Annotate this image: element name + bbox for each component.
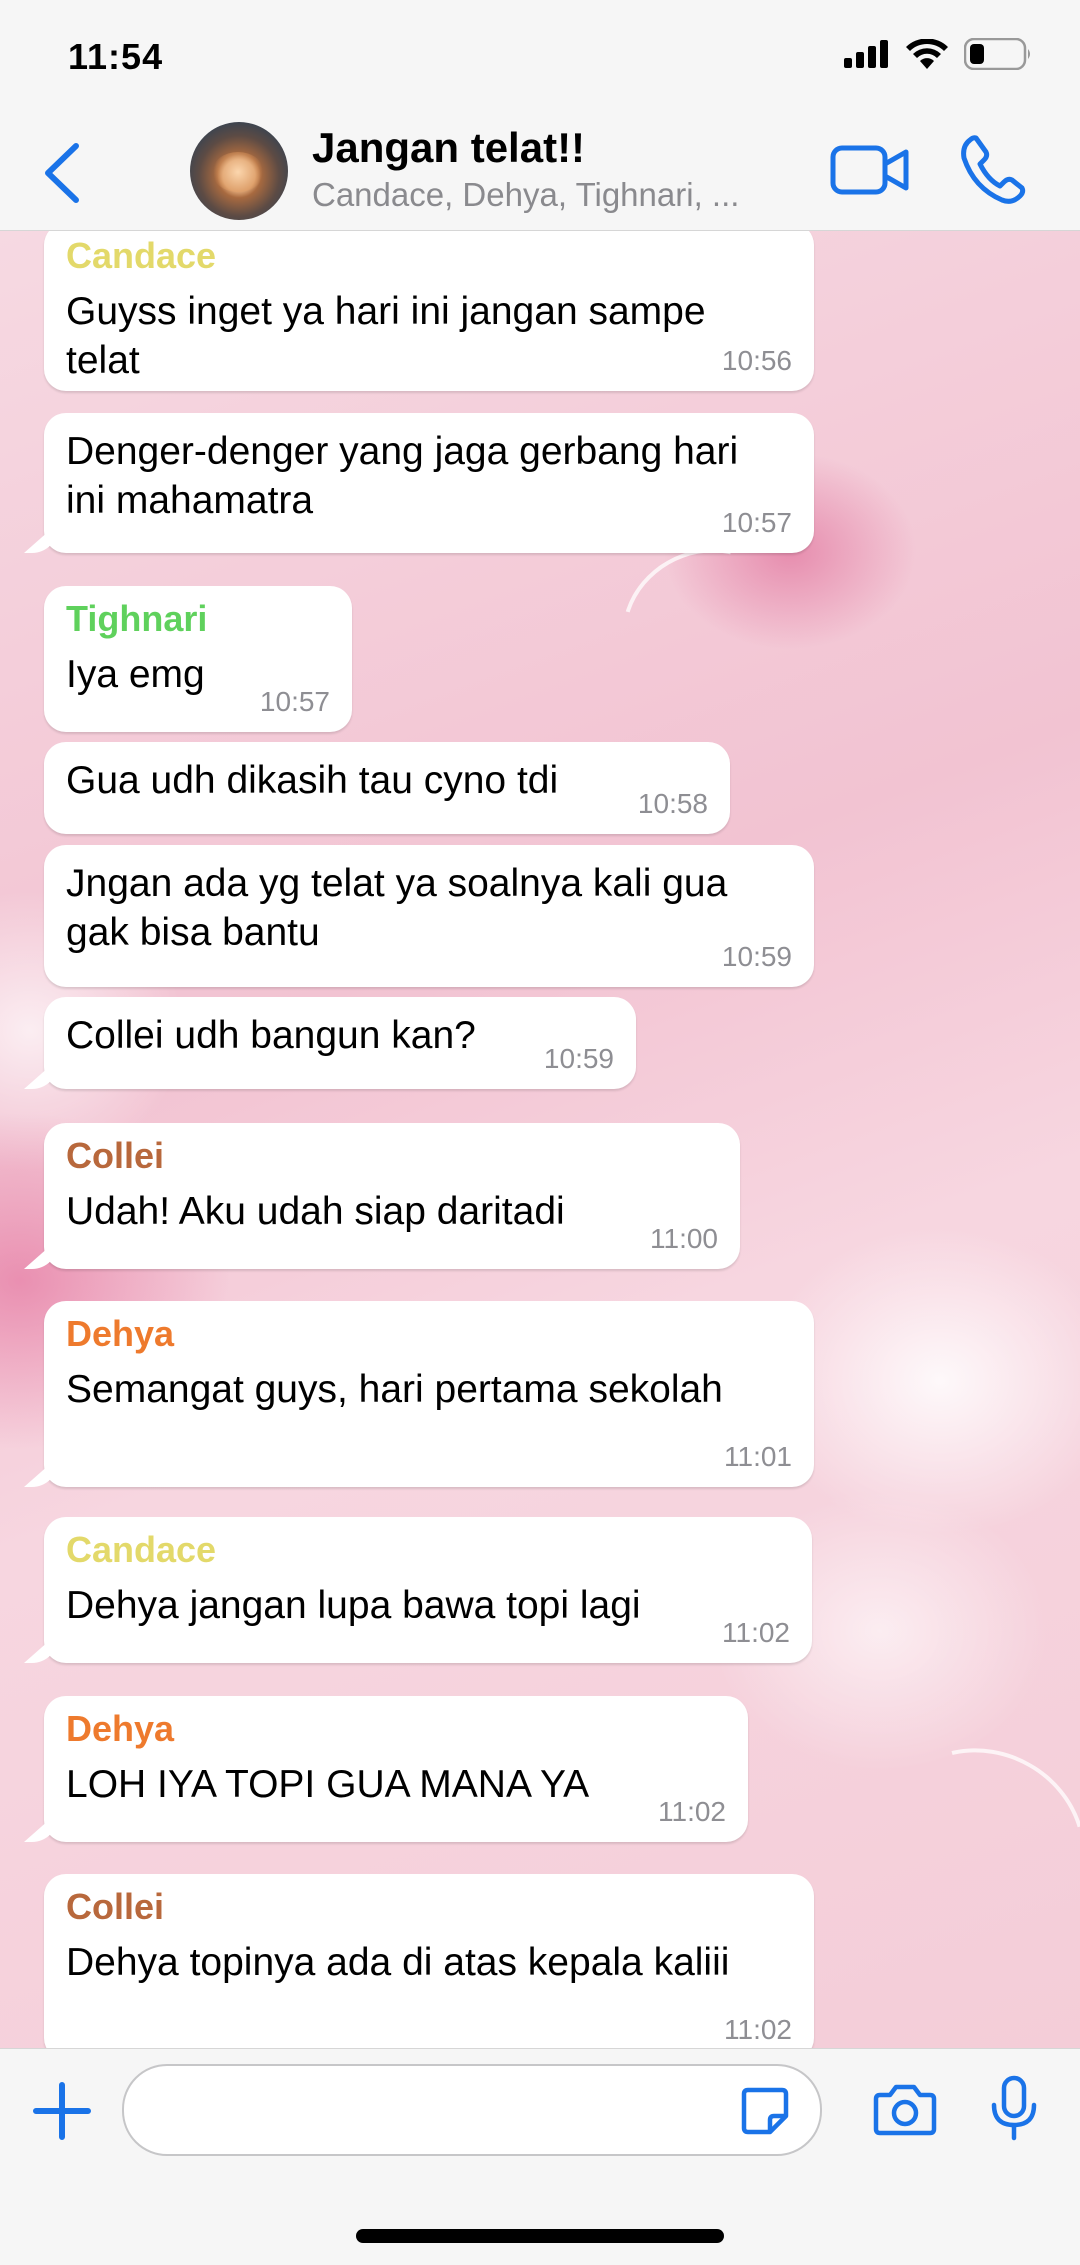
message-timestamp: 11:00 xyxy=(650,1223,718,1254)
message-timestamp: 11:01 xyxy=(724,1441,792,1472)
chat-area[interactable]: Candace Guyss inget ya hari ini jangan sa… xyxy=(0,231,1080,2048)
chat-header: Jangan telat!! Candace, Dehya, Tighnari,… xyxy=(0,112,1080,231)
message-text: Collei udh bangun kan? xyxy=(66,1014,476,1057)
message-timestamp: 11:02 xyxy=(722,1617,790,1648)
composer-bar xyxy=(0,2048,1080,2265)
message-text: Gua udh dikasih tau cyno tdi xyxy=(66,759,559,802)
battery-icon xyxy=(964,38,1030,70)
message-bubble[interactable]: Collei udh bangun kan? 10:59 xyxy=(44,997,636,1089)
message-bubble[interactable]: Collei Udah! Aku udah siap daritadi 11:00 xyxy=(44,1123,740,1269)
message-sender[interactable]: Dehya xyxy=(66,1313,174,1355)
message-timestamp: 10:57 xyxy=(721,507,792,538)
camera-icon[interactable] xyxy=(872,2083,938,2137)
message-text: Jngan ada yg telat ya soalnya kali gua xyxy=(66,862,728,905)
message-text: gak bisa bantu xyxy=(66,911,320,954)
message-text: Dehya jangan lupa bawa topi lagi xyxy=(66,1584,641,1627)
message-timestamp: 11:02 xyxy=(658,1796,726,1827)
message-timestamp: 10:58 xyxy=(637,788,708,819)
message-bubble[interactable]: Candace Dehya jangan lupa bawa topi lagi 1… xyxy=(44,1517,812,1663)
message-bubble[interactable]: Jngan ada yg telat ya soalnya kali gua ga… xyxy=(44,845,814,987)
message-sender[interactable]: Dehya xyxy=(66,1708,174,1750)
video-camera-icon[interactable] xyxy=(830,142,910,198)
status-icons xyxy=(844,38,1032,70)
message-sender[interactable]: Tighnari xyxy=(66,598,207,640)
home-indicator[interactable] xyxy=(356,2229,724,2243)
message-timestamp: 10:59 xyxy=(543,1043,614,1074)
message-sender[interactable]: Collei xyxy=(66,1135,164,1177)
message-timestamp: 10:56 xyxy=(721,345,792,376)
message-bubble[interactable]: Gua udh dikasih tau cyno tdi 10:58 xyxy=(44,742,730,834)
back-chevron-icon[interactable] xyxy=(38,140,88,206)
wifi-icon xyxy=(906,39,948,69)
chat-title[interactable]: Jangan telat!! xyxy=(312,124,585,172)
message-text: telat xyxy=(66,339,140,382)
background-decoration xyxy=(846,1711,1080,1979)
message-sender[interactable]: Candace xyxy=(66,1529,216,1571)
message-text: LOH IYA TOPI GUA MANA YA xyxy=(66,1763,590,1806)
message-text: Dehya topinya ada di atas kepala kaliii xyxy=(66,1941,730,1984)
chat-members[interactable]: Candace, Dehya, Tighnari, ... xyxy=(312,176,782,214)
signal-icon xyxy=(844,40,888,68)
message-text: Udah! Aku udah siap daritadi xyxy=(66,1190,565,1233)
message-input[interactable] xyxy=(122,2064,822,2156)
message-text: Denger-denger yang jaga gerbang hari xyxy=(66,430,739,473)
phone-icon[interactable] xyxy=(960,134,1026,204)
message-text: Semangat guys, hari pertama sekolah xyxy=(66,1368,723,1411)
message-text: Guyss inget ya hari ini jangan sampe xyxy=(66,290,706,333)
message-text: Iya emg xyxy=(66,653,205,696)
message-bubble[interactable]: Tighnari Iya emg 10:57 xyxy=(44,586,352,732)
message-timestamp: 11:02 xyxy=(724,2014,792,2045)
message-bubble[interactable]: Dehya LOH IYA TOPI GUA MANA YA 11:02 xyxy=(44,1696,748,1842)
group-avatar[interactable] xyxy=(190,122,288,220)
message-sender[interactable]: Candace xyxy=(66,235,216,277)
message-sender[interactable]: Collei xyxy=(66,1886,164,1928)
status-bar: 11:54 xyxy=(0,0,1080,112)
message-bubble[interactable]: Denger-denger yang jaga gerbang hari ini … xyxy=(44,413,814,553)
sticker-icon[interactable] xyxy=(740,2086,790,2136)
message-bubble[interactable]: Candace Guyss inget ya hari ini jangan sa… xyxy=(44,231,814,391)
plus-icon[interactable] xyxy=(32,2081,92,2141)
message-timestamp: 10:59 xyxy=(721,941,792,972)
message-bubble[interactable]: Collei Dehya topinya ada di atas kepala k… xyxy=(44,1874,814,2048)
message-timestamp: 10:57 xyxy=(259,686,330,717)
message-bubble[interactable]: Dehya Semangat guys, hari pertama sekolah… xyxy=(44,1301,814,1487)
message-text: ini mahamatra xyxy=(66,479,314,522)
microphone-icon[interactable] xyxy=(988,2075,1040,2141)
status-time: 11:54 xyxy=(68,36,164,77)
